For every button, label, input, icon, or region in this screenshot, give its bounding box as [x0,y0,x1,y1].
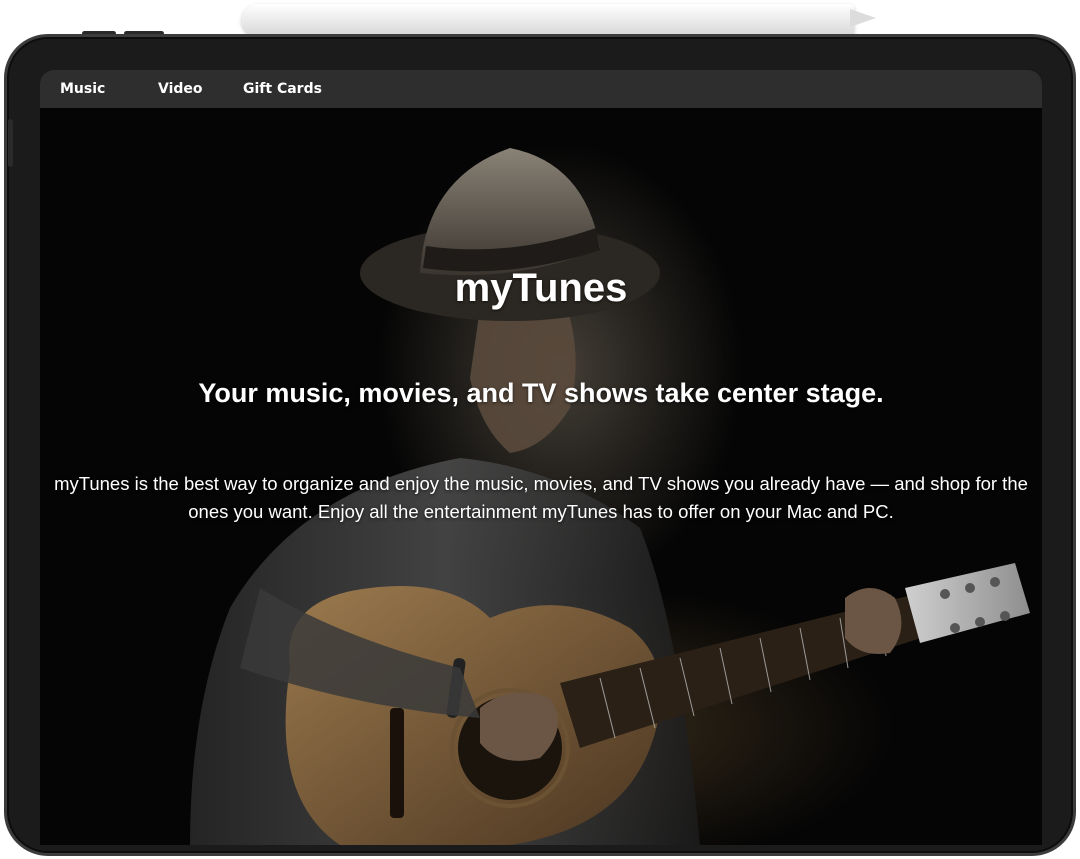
hero-section: myTunes Your music, movies, and TV shows… [40,108,1042,845]
nav-item-gift-cards[interactable]: Gift Cards [243,81,322,97]
stylus-tip [850,9,876,27]
device-mockup: Music Video Gift Cards myTunes Your musi… [0,0,1080,859]
side-button [8,119,13,167]
hero-subtitle: Your music, movies, and TV shows take ce… [198,378,884,408]
nav-item-video[interactable]: Video [158,81,243,97]
top-nav: Music Video Gift Cards [40,70,1042,108]
stylus-pencil [242,4,854,36]
tablet-screen: Music Video Gift Cards myTunes Your musi… [40,70,1042,845]
hero-description: myTunes is the best way to organize and … [54,473,1028,522]
hero-title: myTunes [454,266,628,310]
nav-item-music[interactable]: Music [60,81,158,97]
